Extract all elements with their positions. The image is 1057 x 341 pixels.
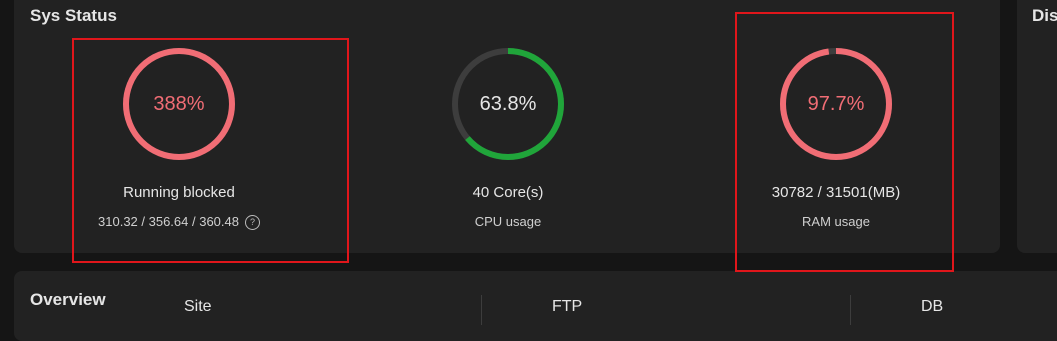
- disk-card: [1017, 0, 1057, 253]
- overview-col-db[interactable]: DB: [921, 298, 943, 316]
- column-divider: [481, 295, 482, 325]
- column-divider: [850, 295, 851, 325]
- cpu-percent: 63.8%: [479, 92, 537, 115]
- cpu-cores: 40 Core(s): [472, 184, 544, 201]
- overview-col-site[interactable]: Site: [184, 298, 212, 316]
- overview-title: Overview: [30, 290, 106, 309]
- cpu-usage-label: CPU usage: [474, 214, 542, 229]
- disk-title: Dis: [1032, 6, 1057, 25]
- sys-status-title: Sys Status: [30, 6, 117, 25]
- cpu-gauge[interactable]: 63.8%: [448, 44, 568, 164]
- overview-card: [14, 271, 1057, 341]
- overview-col-ftp[interactable]: FTP: [552, 298, 582, 316]
- highlight-box-load: [72, 38, 349, 263]
- highlight-box-ram: [735, 12, 954, 272]
